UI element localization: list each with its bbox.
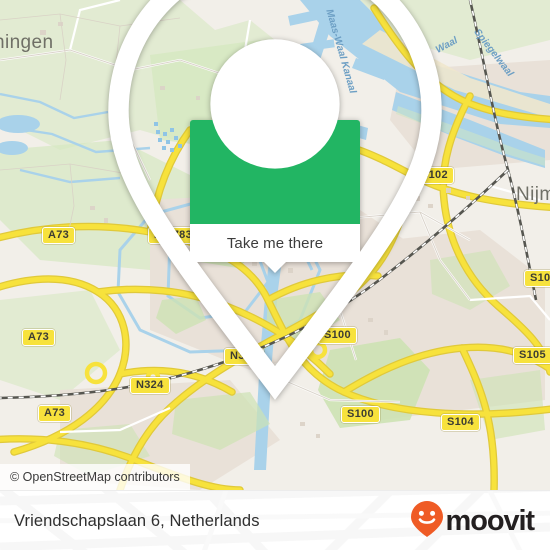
map-attribution[interactable]: © OpenStreetMap contributors: [0, 464, 190, 490]
take-me-there-label: Take me there: [226, 234, 324, 252]
map-pin-icon: [0, 0, 550, 417]
popup-tail-arrow: [264, 262, 286, 273]
moovit-logo[interactable]: moovit: [410, 500, 536, 543]
moovit-smiley-pin-icon: [410, 500, 444, 543]
address-label: Vriendschapslaan 6, Netherlands: [14, 511, 260, 530]
moovit-wordmark: moovit: [445, 504, 536, 537]
footer-bar: Vriendschapslaan 6, Netherlands moovit: [0, 490, 550, 550]
moovit-map-screen: ningen Nijm Maas-Waal Kanaal Waal Spiege…: [0, 0, 550, 550]
map-canvas[interactable]: ningen Nijm Maas-Waal Kanaal Waal Spiege…: [0, 0, 550, 490]
attribution-text: © OpenStreetMap contributors: [10, 470, 180, 484]
popup-icon-area: [108, 0, 442, 400]
location-popup-card[interactable]: Take me there: [108, 0, 442, 400]
